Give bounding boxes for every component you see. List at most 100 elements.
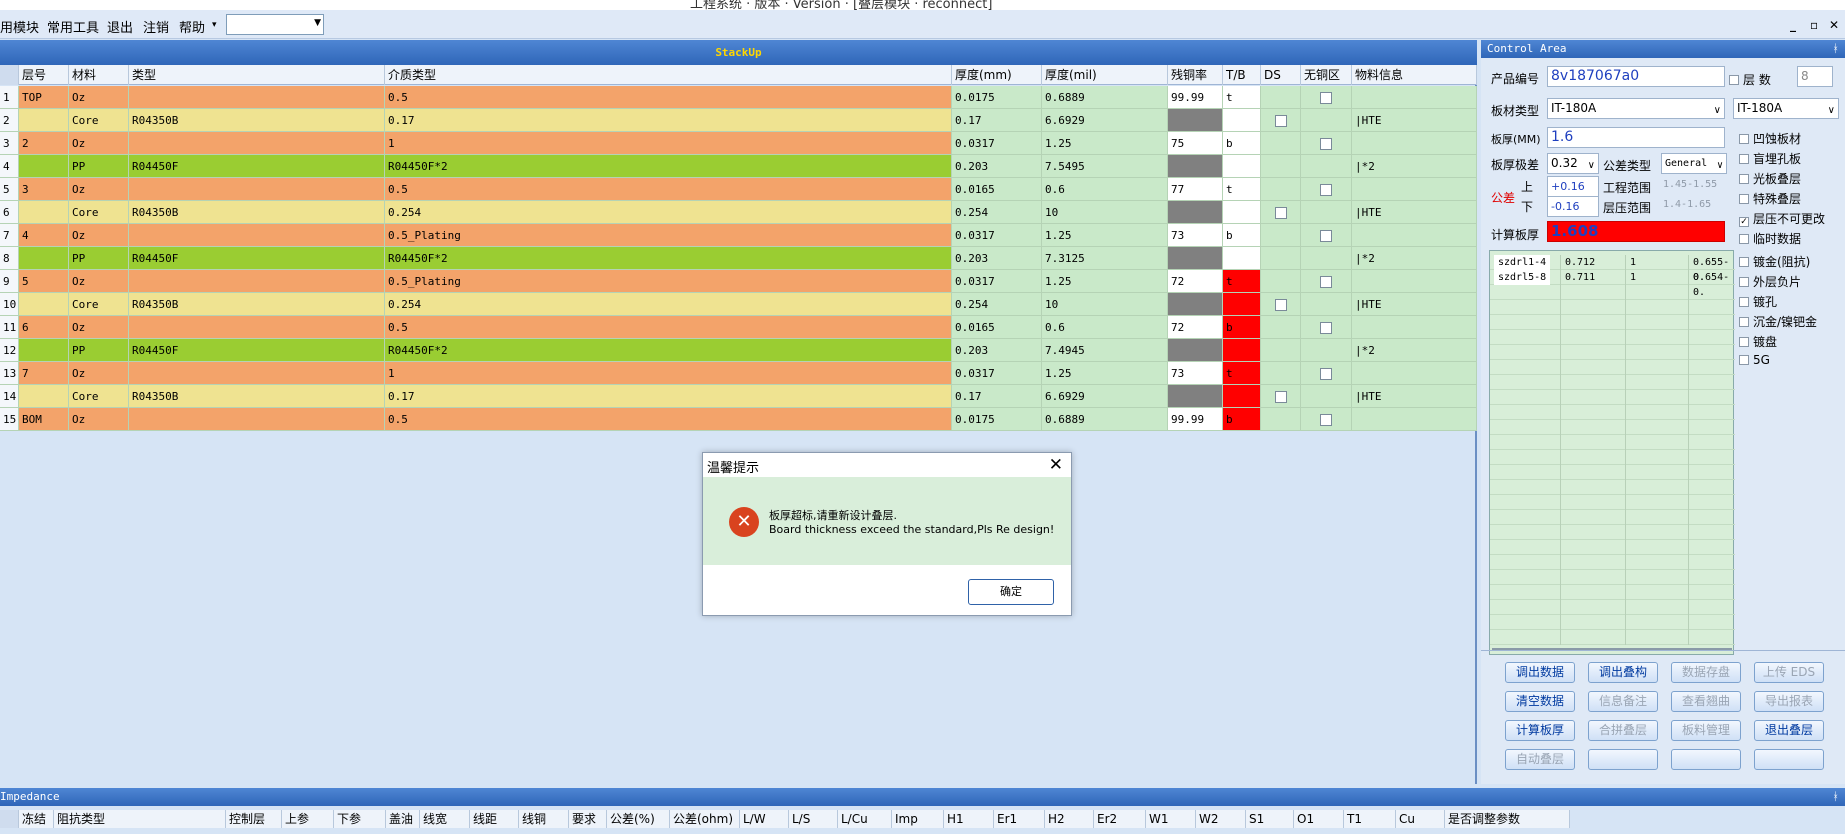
tb-cell[interactable]: t <box>1223 178 1261 201</box>
impedance-col-header[interactable]: T1 <box>1344 810 1396 828</box>
impedance-col-header[interactable]: S1 <box>1246 810 1294 828</box>
thick-mil-cell[interactable]: 1.25 <box>1042 270 1168 293</box>
impedance-col-header[interactable]: 控制层 <box>226 810 282 828</box>
type-cell[interactable] <box>129 86 385 109</box>
no-copper-cell[interactable] <box>1301 155 1352 178</box>
type-cell[interactable] <box>129 224 385 247</box>
ds-cell[interactable] <box>1261 109 1301 132</box>
layer-cell[interactable] <box>19 155 69 178</box>
list-item[interactable] <box>1490 435 1735 450</box>
impedance-col-header[interactable]: 公差(%) <box>607 810 670 828</box>
table-row[interactable]: 15 BOM Oz 0.5 0.0175 0.6889 99.99 b <box>0 408 1477 431</box>
dielectric-cell[interactable]: 0.5_Plating <box>385 270 952 293</box>
type-cell[interactable]: R04350B <box>129 109 385 132</box>
checkbox-box[interactable] <box>1739 257 1749 267</box>
no-copper-cell[interactable] <box>1301 247 1352 270</box>
action-button[interactable]: 数据存盘 <box>1671 662 1741 683</box>
col-header-type[interactable]: 类型 <box>129 65 385 85</box>
lower-tolerance-field[interactable]: -0.16 <box>1547 196 1599 217</box>
thick-mil-cell[interactable]: 0.6 <box>1042 316 1168 339</box>
thick-mm-cell[interactable]: 0.0317 <box>952 362 1042 385</box>
no-copper-cell[interactable] <box>1301 339 1352 362</box>
copper-rate-cell[interactable] <box>1168 293 1223 316</box>
action-button[interactable]: 导出报表 <box>1754 691 1824 712</box>
table-row[interactable]: 5 3 Oz 0.5 0.0165 0.6 77 t <box>0 178 1477 201</box>
list-item[interactable] <box>1490 360 1735 375</box>
material-cell[interactable]: Core <box>69 385 129 408</box>
impedance-col-header[interactable]: 阻抗类型 <box>54 810 226 828</box>
layer-cell[interactable]: 3 <box>19 178 69 201</box>
ds-cell[interactable] <box>1261 86 1301 109</box>
thick-mil-cell[interactable]: 0.6 <box>1042 178 1168 201</box>
thick-mil-cell[interactable]: 6.6929 <box>1042 385 1168 408</box>
dielectric-cell[interactable]: 0.254 <box>385 293 952 316</box>
tb-cell[interactable]: t <box>1223 362 1261 385</box>
action-button[interactable]: 清空数据 <box>1505 691 1575 712</box>
thick-mil-cell[interactable]: 1.25 <box>1042 132 1168 155</box>
tb-cell[interactable]: b <box>1223 132 1261 155</box>
dielectric-cell[interactable]: 0.5 <box>385 408 952 431</box>
menu-combo-box[interactable]: ▼ <box>226 14 324 35</box>
checkbox-box[interactable]: ✓ <box>1739 217 1749 227</box>
tb-cell[interactable]: t <box>1223 86 1261 109</box>
impedance-col-header[interactable]: Cu <box>1396 810 1445 828</box>
thick-mm-cell[interactable]: 0.254 <box>952 293 1042 316</box>
table-row[interactable]: 12 PP R04450F R04450F*2 0.203 7.4945 |*2 <box>0 339 1477 362</box>
restore-icon[interactable]: ▫ <box>1810 18 1818 32</box>
no-copper-checkbox[interactable] <box>1320 138 1332 150</box>
impedance-col-header[interactable]: L/S <box>789 810 838 828</box>
action-button[interactable] <box>1588 749 1658 770</box>
table-row[interactable]: 7 4 Oz 0.5_Plating 0.0317 1.25 73 b <box>0 224 1477 247</box>
action-button[interactable]: 自动叠层 <box>1505 749 1575 770</box>
type-cell[interactable]: R04450F <box>129 155 385 178</box>
action-button[interactable]: 计算板厚 <box>1505 720 1575 741</box>
impedance-col-header[interactable]: 冻结 <box>19 810 54 828</box>
option-checkbox[interactable]: 盲埋孔板 <box>1739 150 1801 167</box>
no-copper-cell[interactable] <box>1301 270 1352 293</box>
action-button[interactable]: 查看翘曲 <box>1671 691 1741 712</box>
tb-cell[interactable] <box>1223 247 1261 270</box>
layer-cell[interactable]: 4 <box>19 224 69 247</box>
tb-cell[interactable] <box>1223 385 1261 408</box>
ds-cell[interactable] <box>1261 339 1301 362</box>
no-copper-cell[interactable] <box>1301 224 1352 247</box>
impedance-col-header[interactable]: Er2 <box>1094 810 1146 828</box>
impedance-col-header[interactable]: 线距 <box>470 810 519 828</box>
list-item[interactable] <box>1490 300 1735 315</box>
layer-cell[interactable] <box>19 109 69 132</box>
col-header-copper-rate[interactable]: 残铜率 <box>1168 65 1223 85</box>
table-row[interactable]: 2 Core R04350B 0.17 0.17 6.6929 |HTE <box>0 109 1477 132</box>
table-row[interactable]: 4 PP R04450F R04450F*2 0.203 7.5495 |*2 <box>0 155 1477 178</box>
thick-mm-cell[interactable]: 0.0165 <box>952 316 1042 339</box>
layer-cell[interactable]: TOP <box>19 86 69 109</box>
dielectric-cell[interactable]: 1 <box>385 362 952 385</box>
thick-mm-cell[interactable]: 0.0165 <box>952 178 1042 201</box>
thick-mm-cell[interactable]: 0.0175 <box>952 408 1042 431</box>
type-cell[interactable]: R04350B <box>129 385 385 408</box>
impedance-col-header[interactable]: 盖油 <box>386 810 420 828</box>
thick-mil-cell[interactable]: 7.4945 <box>1042 339 1168 362</box>
material-info-cell[interactable]: |HTE <box>1352 109 1477 132</box>
impedance-col-header[interactable]: W1 <box>1146 810 1196 828</box>
impedance-col-header[interactable]: 上参 <box>282 810 334 828</box>
col-header-thick-mil[interactable]: 厚度(mil) <box>1042 65 1168 85</box>
checkbox-box[interactable] <box>1739 337 1749 347</box>
impedance-col-header[interactable]: Imp <box>892 810 944 828</box>
ds-cell[interactable] <box>1261 155 1301 178</box>
thick-mil-cell[interactable]: 10 <box>1042 201 1168 224</box>
action-button[interactable]: 板料管理 <box>1671 720 1741 741</box>
ds-cell[interactable] <box>1261 132 1301 155</box>
tb-cell[interactable] <box>1223 293 1261 316</box>
list-item[interactable] <box>1490 495 1735 510</box>
material-cell[interactable]: PP <box>69 339 129 362</box>
option-checkbox[interactable]: 光板叠层 <box>1739 170 1801 187</box>
layer-cell[interactable] <box>19 293 69 316</box>
thick-mm-cell[interactable]: 0.254 <box>952 201 1042 224</box>
table-row[interactable]: 6 Core R04350B 0.254 0.254 10 |HTE <box>0 201 1477 224</box>
checkbox-box[interactable] <box>1739 317 1749 327</box>
thick-mm-cell[interactable]: 0.0317 <box>952 224 1042 247</box>
list-item[interactable] <box>1490 555 1735 570</box>
action-button[interactable]: 调出数据 <box>1505 662 1575 683</box>
material-info-cell[interactable]: |HTE <box>1352 201 1477 224</box>
action-button[interactable] <box>1671 749 1741 770</box>
